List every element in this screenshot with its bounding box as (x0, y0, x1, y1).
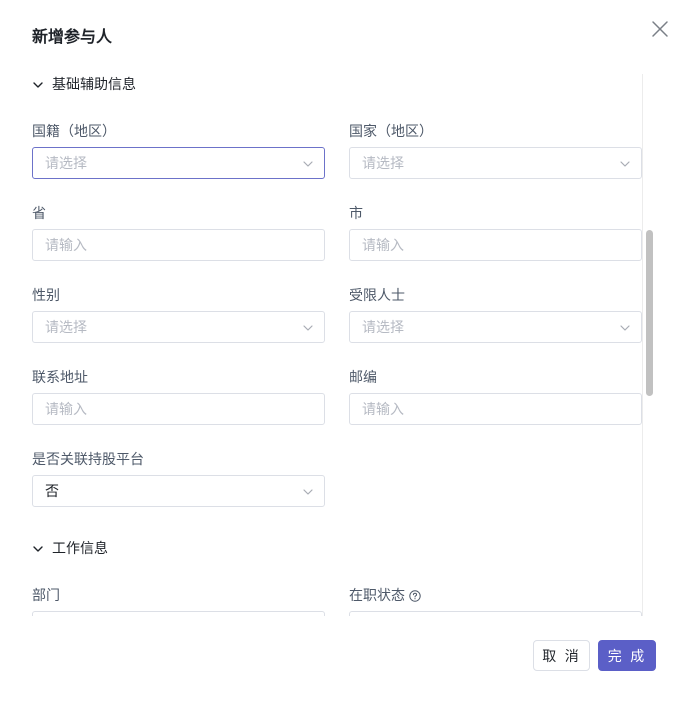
gender-placeholder: 请选择 (45, 320, 87, 336)
province-label: 省 (32, 206, 46, 222)
nationality-select[interactable]: 请选择 (32, 147, 325, 179)
city-label: 市 (349, 206, 363, 222)
gender-label: 性别 (32, 288, 60, 304)
restricted-label: 受限人士 (349, 288, 405, 304)
platform-label: 是否关联持股平台 (32, 452, 144, 468)
country-label: 国家（地区） (349, 124, 433, 140)
department-input[interactable] (32, 611, 325, 616)
address-placeholder: 请输入 (45, 402, 87, 418)
form-scrollbar-track[interactable] (642, 74, 656, 616)
chevron-down-icon (620, 325, 630, 331)
form-scroll-area[interactable]: 基础辅助信息 国籍（地区） 国家（地区） 请选择 请选择 省 市 请输入 请输入… (0, 74, 656, 616)
done-button[interactable]: 完 成 (598, 640, 656, 671)
address-input[interactable]: 请输入 (32, 393, 325, 425)
employment-status-label: 在职状态 (349, 586, 421, 606)
section-basic-info-label: 基础辅助信息 (52, 77, 136, 93)
gender-select[interactable]: 请选择 (32, 311, 325, 343)
platform-select[interactable]: 否 (32, 475, 325, 507)
question-circle-icon[interactable] (409, 590, 421, 602)
department-label: 部门 (32, 586, 60, 606)
province-placeholder: 请输入 (45, 238, 87, 254)
employment-status-select[interactable] (349, 611, 642, 616)
chevron-down-icon (33, 82, 43, 88)
city-placeholder: 请输入 (362, 238, 404, 254)
postcode-label: 邮编 (349, 370, 377, 386)
country-placeholder: 请选择 (362, 156, 404, 172)
chevron-down-icon (303, 489, 313, 495)
chevron-down-icon (303, 161, 313, 167)
city-input[interactable]: 请输入 (349, 229, 642, 261)
province-input[interactable]: 请输入 (32, 229, 325, 261)
add-participant-dialog: 新增参与人 基础辅助信息 国籍（地区） 国家（地区） 请选择 请选择 省 市 请… (0, 0, 688, 703)
platform-value: 否 (45, 484, 59, 500)
section-work-info-toggle[interactable]: 工作信息 (32, 539, 108, 559)
form-scrollbar-thumb[interactable] (646, 230, 653, 396)
chevron-down-icon (303, 325, 313, 331)
dialog-title: 新增参与人 (32, 27, 113, 46)
chevron-down-icon (33, 546, 43, 552)
restricted-select[interactable]: 请选择 (349, 311, 642, 343)
nationality-label: 国籍（地区） (32, 124, 116, 140)
section-basic-info-toggle[interactable]: 基础辅助信息 (32, 75, 136, 95)
nationality-placeholder: 请选择 (45, 156, 87, 172)
postcode-input[interactable]: 请输入 (349, 393, 642, 425)
employment-status-label-text: 在职状态 (349, 588, 405, 604)
postcode-placeholder: 请输入 (362, 402, 404, 418)
address-label: 联系地址 (32, 370, 88, 386)
close-icon (652, 21, 668, 37)
section-work-info-label: 工作信息 (52, 541, 108, 557)
country-select[interactable]: 请选择 (349, 147, 642, 179)
chevron-down-icon (620, 161, 630, 167)
close-button[interactable] (650, 19, 670, 39)
restricted-placeholder: 请选择 (362, 320, 404, 336)
department-label-text: 部门 (32, 588, 60, 604)
cancel-button[interactable]: 取 消 (533, 640, 590, 671)
